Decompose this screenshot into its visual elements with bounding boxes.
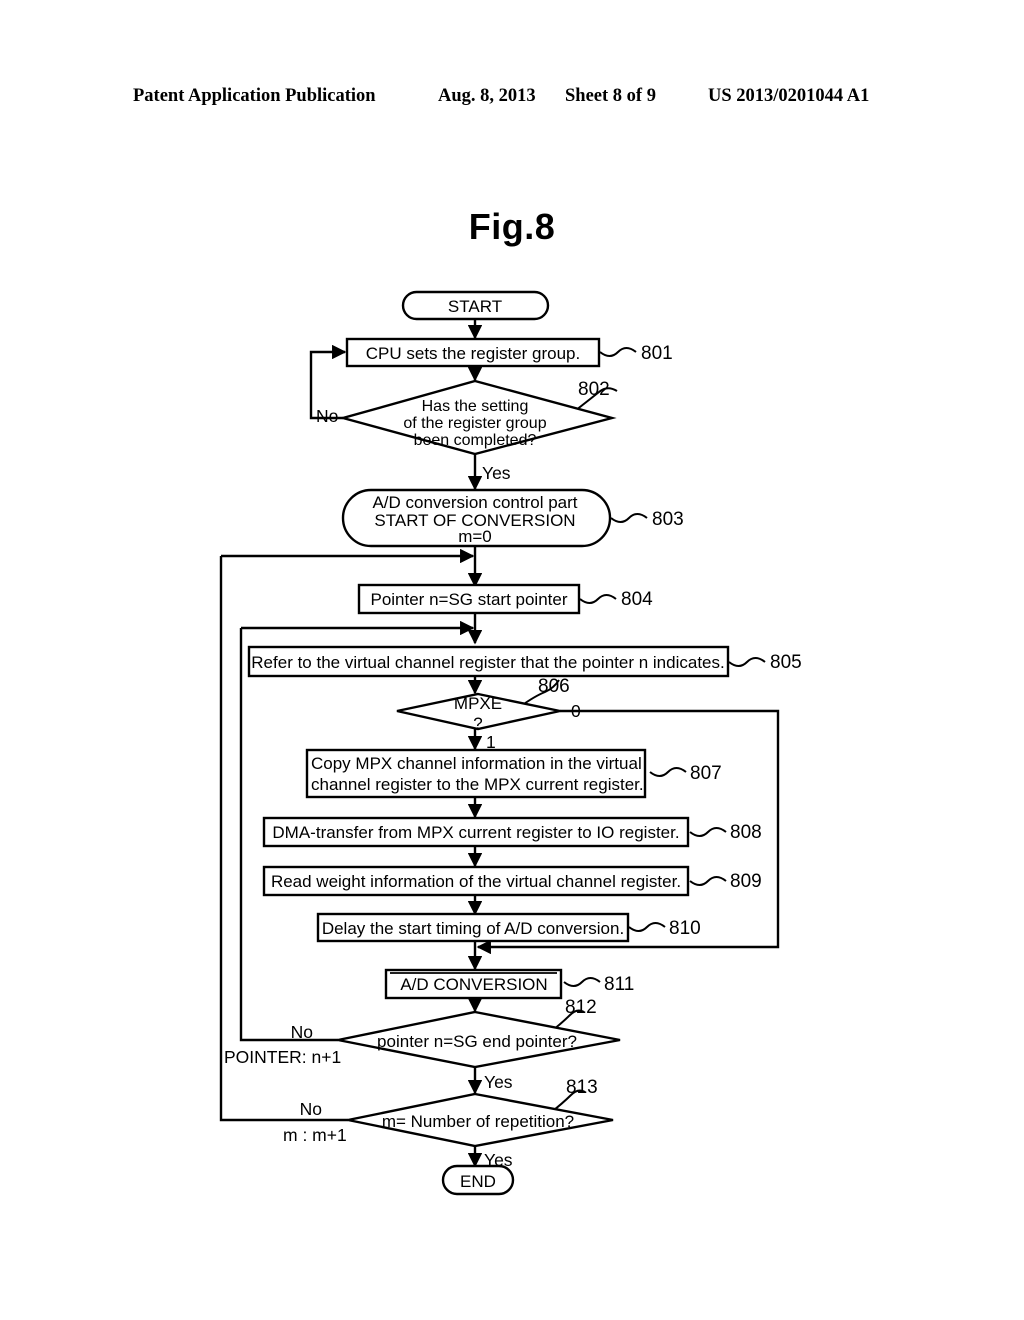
edge-813-no-label: No <box>300 1099 322 1119</box>
node-805-label: Refer to the virtual channel register th… <box>251 653 724 672</box>
node-808-ref: 808 <box>730 822 762 843</box>
node-809: Read weight information of the virtual c… <box>262 865 762 897</box>
node-811: A/D CONVERSION 811 <box>384 968 634 1000</box>
node-806-line2: ? <box>473 714 482 733</box>
node-803-ref: 803 <box>652 509 684 530</box>
flowchart-diagram: START CPU sets the register group. 801 H… <box>219 290 802 1196</box>
node-803: A/D conversion control part START OF CON… <box>341 488 684 548</box>
node-803-line3: m=0 <box>458 527 492 546</box>
node-801: CPU sets the register group. 801 <box>345 337 673 368</box>
node-812-label: pointer n=SG end pointer? <box>377 1032 577 1051</box>
node-804-label: Pointer n=SG start pointer <box>370 590 567 609</box>
node-801-label: CPU sets the register group. <box>366 344 580 363</box>
node-810-label: Delay the start timing of A/D conversion… <box>322 919 624 938</box>
node-802-ref: 802 <box>578 379 610 400</box>
node-807-ref: 807 <box>690 763 722 784</box>
node-809-label: Read weight information of the virtual c… <box>271 872 681 891</box>
edge-802-yes-label: Yes <box>482 463 511 483</box>
node-804-ref: 804 <box>621 589 653 610</box>
node-812: pointer n=SG end pointer? 812 No POINTER… <box>224 997 621 1092</box>
edge-802-no-label: No <box>316 406 338 426</box>
node-802: Has the setting of the register group be… <box>316 379 617 483</box>
node-801-ref: 801 <box>641 343 673 364</box>
node-805-ref: 805 <box>770 652 802 673</box>
node-812-ref: 812 <box>565 997 597 1018</box>
node-start-label: START <box>448 297 502 316</box>
node-810: Delay the start timing of A/D conversion… <box>316 912 701 943</box>
edge-813-no-action-label: m : m+1 <box>283 1125 347 1145</box>
edge-806-zero-label: 0 <box>571 701 581 721</box>
node-809-ref: 809 <box>730 871 762 892</box>
edge-812-no-action-label: POINTER: n+1 <box>224 1047 341 1067</box>
node-802-line1: Has the setting <box>422 398 529 415</box>
node-806-line1: MPXE <box>454 694 502 713</box>
node-805: Refer to the virtual channel register th… <box>247 645 802 678</box>
node-start: START <box>401 290 550 321</box>
node-807-line2: channel register to the MPX current regi… <box>311 775 644 794</box>
node-813: m= Number of repetition? 813 No m : m+1 … <box>283 1077 614 1170</box>
node-808-label: DMA-transfer from MPX current register t… <box>272 823 679 842</box>
edge-812-no-label: No <box>291 1022 313 1042</box>
node-806: MPXE ? 806 0 1 <box>396 676 581 752</box>
edge-812-yes-label: Yes <box>484 1072 513 1092</box>
node-807-line1: Copy MPX channel information in the virt… <box>311 754 642 773</box>
node-810-ref: 810 <box>669 918 701 939</box>
node-802-line3: been completed? <box>414 432 537 449</box>
node-802-line2: of the register group <box>403 415 546 432</box>
node-813-ref: 813 <box>566 1077 598 1098</box>
node-806-ref: 806 <box>538 676 570 697</box>
node-811-label: A/D CONVERSION <box>400 975 547 994</box>
node-811-ref: 811 <box>604 974 634 995</box>
node-808: DMA-transfer from MPX current register t… <box>262 816 762 848</box>
node-end: END <box>441 1164 515 1196</box>
node-804: Pointer n=SG start pointer 804 <box>357 583 653 615</box>
node-end-label: END <box>460 1172 496 1191</box>
node-807: Copy MPX channel information in the virt… <box>305 748 722 799</box>
node-803-line1: A/D conversion control part <box>372 493 577 512</box>
node-813-label: m= Number of repetition? <box>382 1112 574 1131</box>
